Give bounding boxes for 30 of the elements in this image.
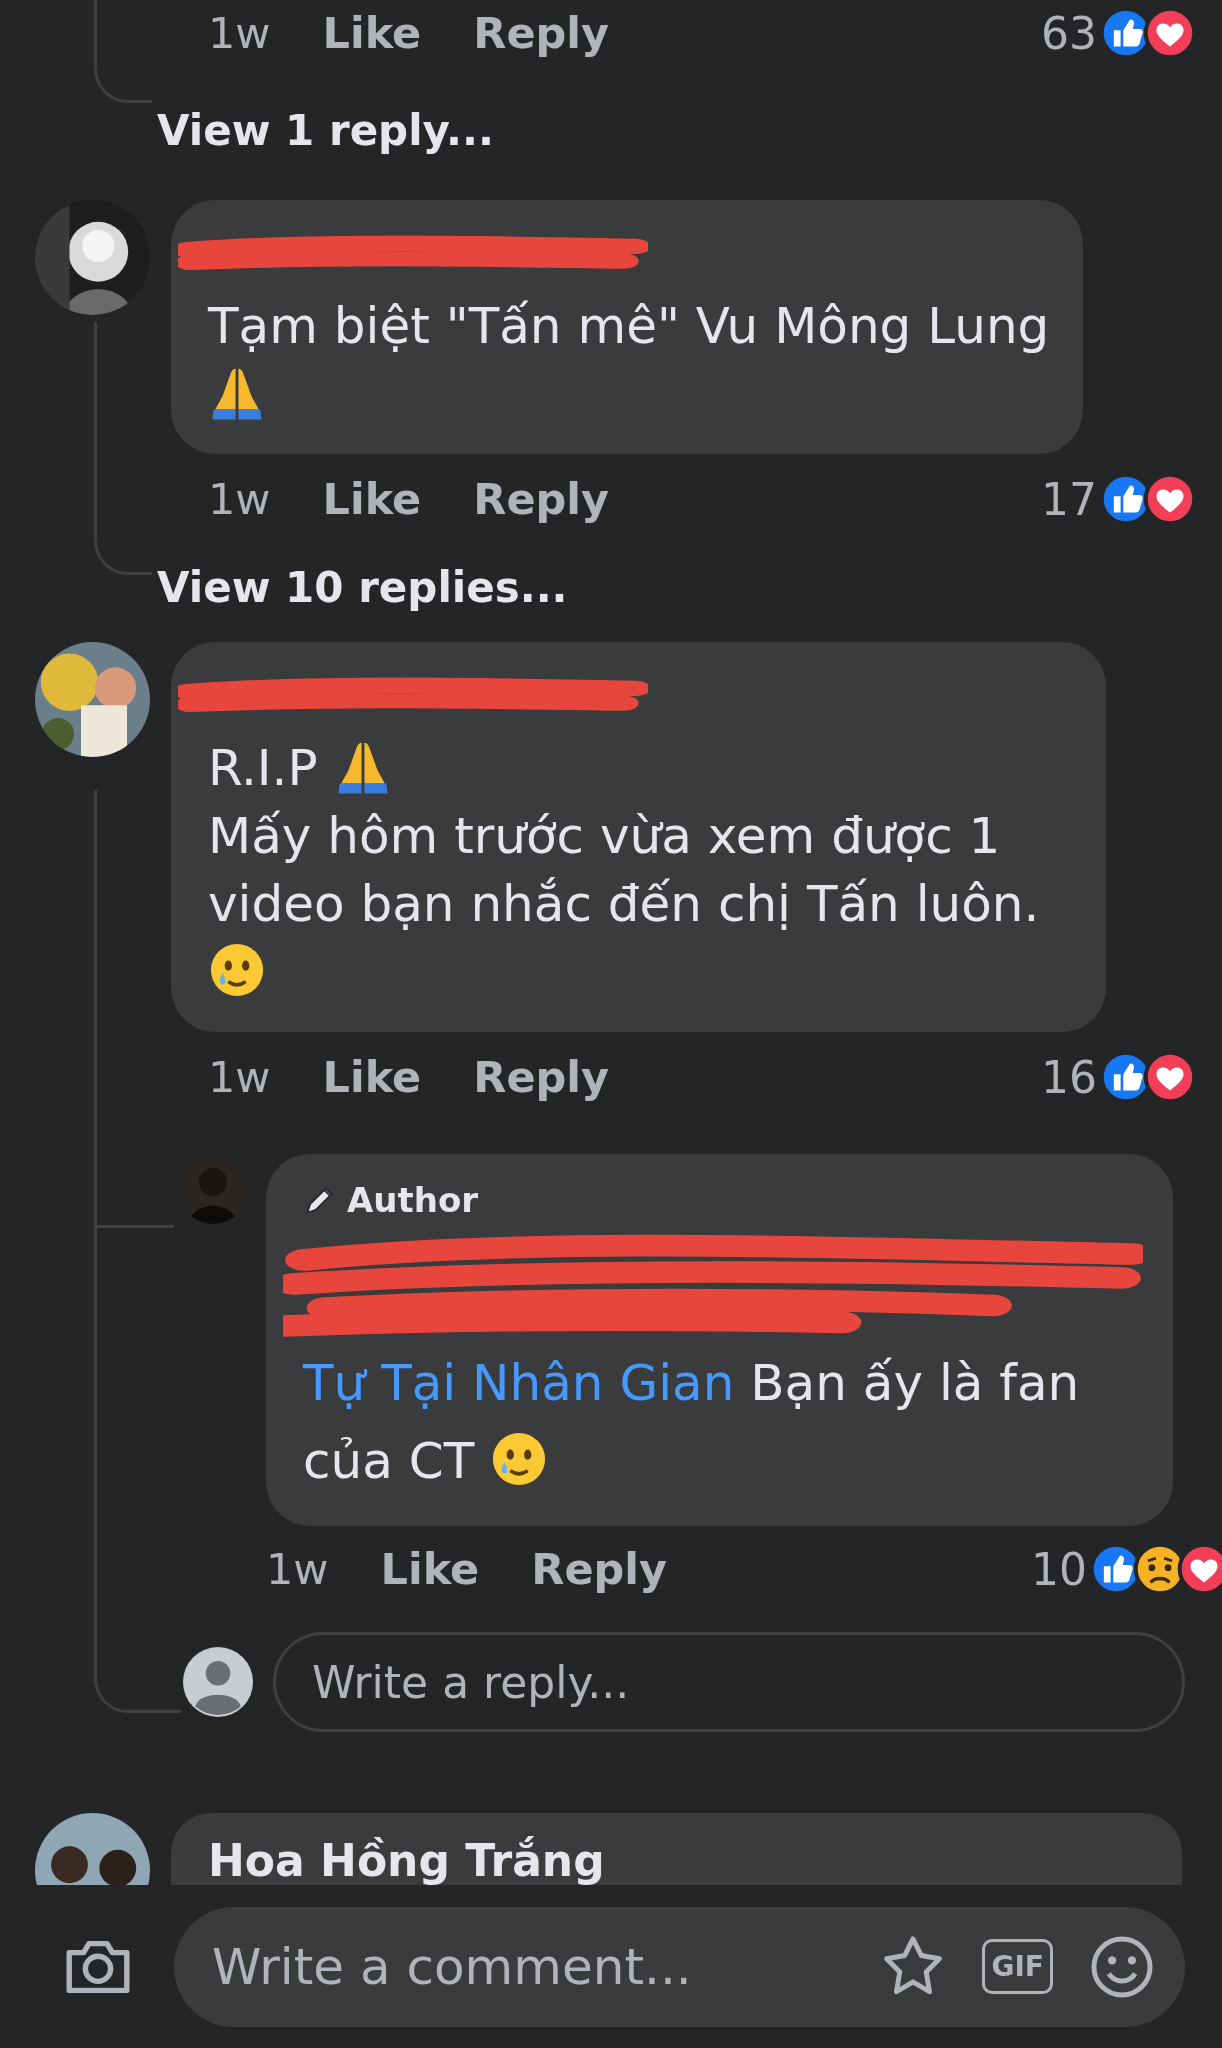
comment-time: 1w <box>208 474 271 524</box>
comment-time: 1w <box>208 1052 271 1102</box>
commenter-name: Hoa Hồng Trắng <box>208 1835 605 1885</box>
comment-time: 1w <box>266 1544 329 1594</box>
like-link[interactable]: Like <box>322 474 422 524</box>
comment-text: Mấy hôm trước vừa xem được 1 video bạn nhắc đến chị Tấn luôn. <box>208 806 1041 935</box>
view-replies-link[interactable]: View 1 reply... <box>157 105 494 155</box>
gif-button[interactable]: GIF <box>982 1939 1053 1994</box>
comment-text: Tự Tại Nhân Gian Bạn ấy là fan của CT <box>303 1353 1081 1492</box>
reaction-count: 16 <box>1041 1051 1097 1103</box>
like-link[interactable]: Like <box>380 1544 480 1594</box>
comment-field[interactable]: Write a comment... GIF <box>174 1906 1185 2027</box>
comment-text: R.I.P <box>208 734 1072 802</box>
reaction-count: 17 <box>1041 473 1097 525</box>
comment-text: Tạm biệt "Tấn mê" Vu Mông Lung <box>208 296 1050 357</box>
reaction-count: 10 <box>1031 1543 1087 1595</box>
author-label: Author <box>347 1180 479 1220</box>
mention-link[interactable]: Tự Tại Nhân Gian <box>303 1354 735 1412</box>
like-link[interactable]: Like <box>322 8 422 58</box>
comment-time: 1w <box>208 8 271 58</box>
smiling-face-with-tear-icon <box>208 941 266 999</box>
reply-link[interactable]: Reply <box>473 1052 610 1102</box>
reply-link[interactable]: Reply <box>473 474 610 524</box>
person-silhouette-icon <box>183 1647 253 1717</box>
reaction-count: 63 <box>1041 7 1097 59</box>
view-replies-link[interactable]: View 10 replies... <box>157 562 568 612</box>
like-link[interactable]: Like <box>322 1052 422 1102</box>
reply-link[interactable]: Reply <box>531 1544 668 1594</box>
reply-field[interactable]: Write a reply... <box>273 1632 1185 1732</box>
reply-link[interactable]: Reply <box>473 8 610 58</box>
